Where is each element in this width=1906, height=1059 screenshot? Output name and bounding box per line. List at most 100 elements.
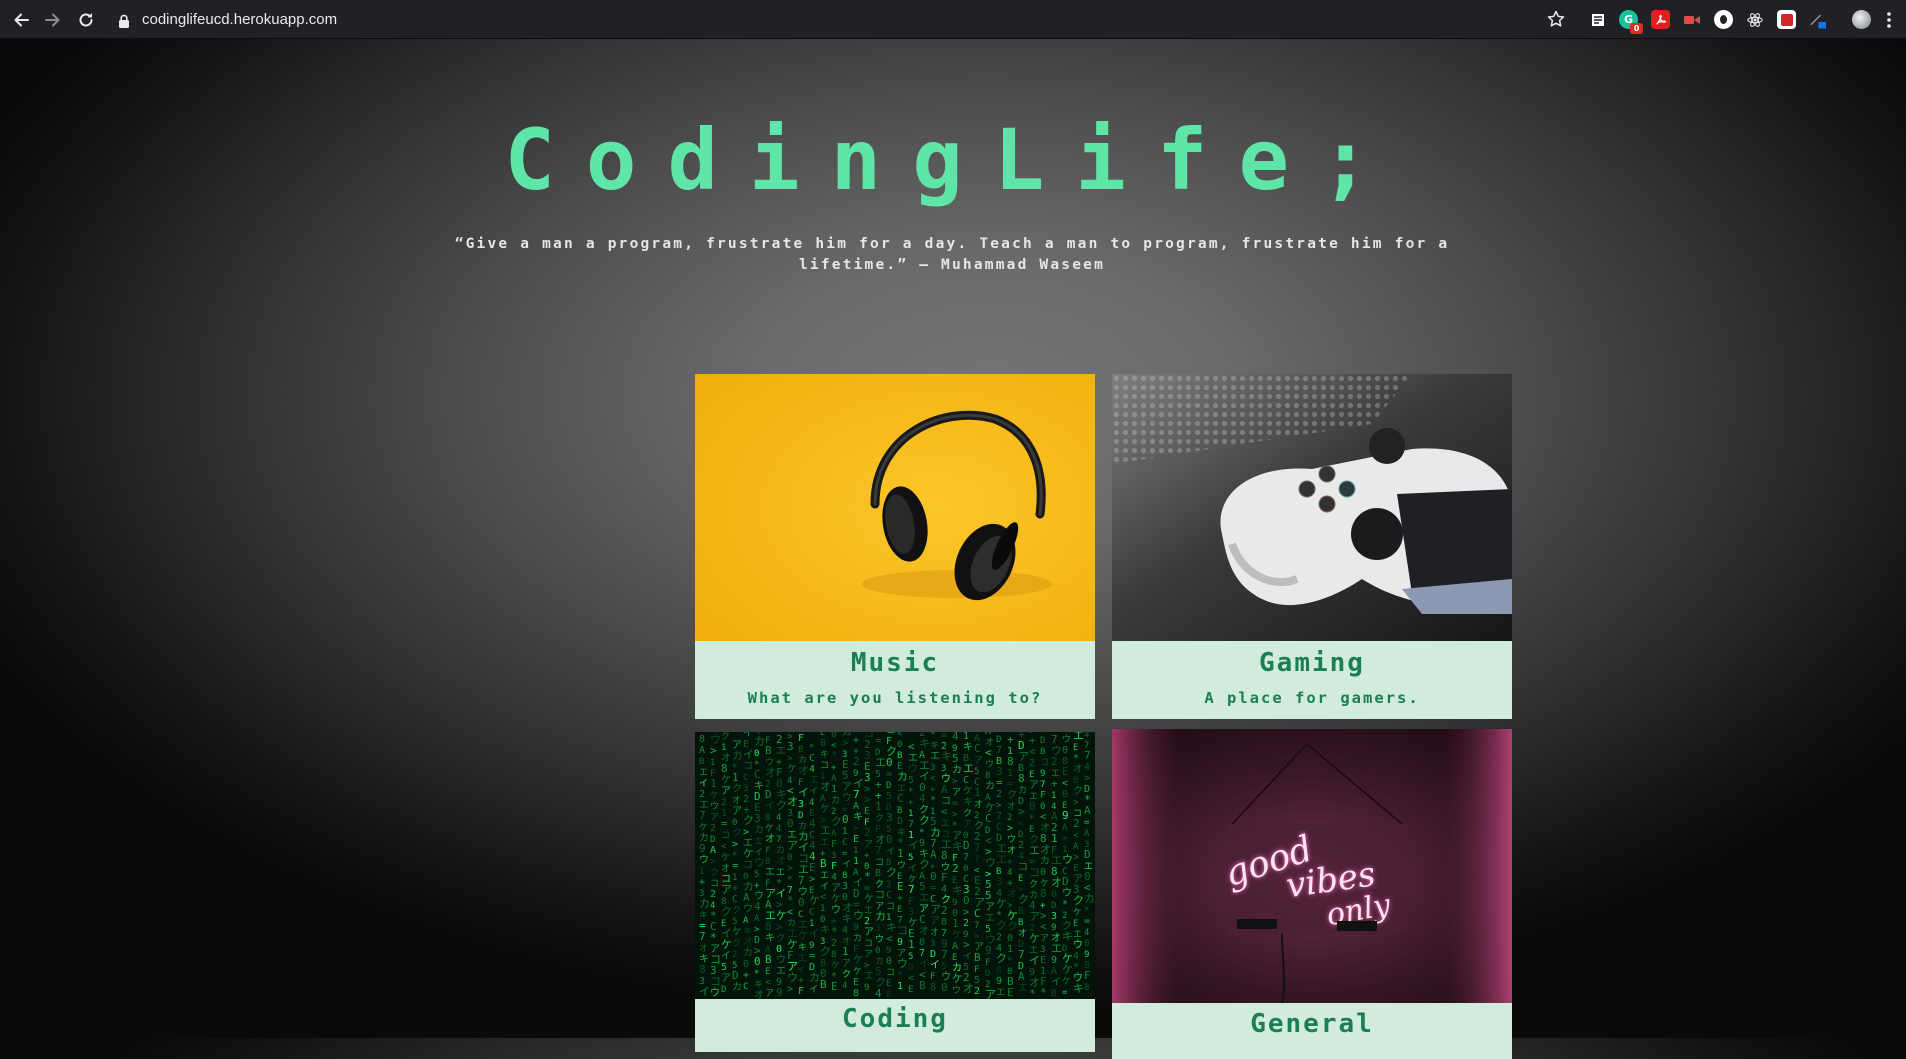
matrix-glyph: ア xyxy=(985,902,995,913)
matrix-glyph: カ xyxy=(732,981,742,993)
matrix-glyph: 4 xyxy=(919,792,926,805)
matrix-glyph: > xyxy=(710,744,717,757)
forward-arrow-icon[interactable] xyxy=(42,9,64,31)
card-subtitle: What are you listening to? xyxy=(747,689,1043,707)
matrix-glyph: 2 xyxy=(1062,911,1067,921)
matrix-glyph: ア xyxy=(985,988,996,999)
matrix-glyph: 8 xyxy=(1084,983,1089,993)
matrix-glyph: = xyxy=(1084,916,1090,927)
matrix-glyph: コ xyxy=(886,902,895,912)
matrix-glyph: コ xyxy=(864,939,873,949)
matrix-glyph: 2 xyxy=(699,789,705,800)
matrix-glyph: > xyxy=(963,907,969,918)
pdf-icon[interactable] xyxy=(1651,10,1670,29)
matrix-glyph: ケ xyxy=(853,954,863,966)
matrix-glyph: D xyxy=(1062,875,1069,888)
matrix-glyph: ア xyxy=(765,989,774,999)
matrix-glyph: キ xyxy=(941,750,952,763)
matrix-glyph: D xyxy=(798,811,803,821)
matrix-glyph: ク xyxy=(1007,920,1018,933)
matrix-glyph: ウ xyxy=(1073,939,1083,951)
bookmark-star-icon[interactable] xyxy=(1545,8,1567,30)
lock-icon[interactable] xyxy=(118,13,130,28)
matrix-glyph: E xyxy=(897,905,902,915)
screencast-icon[interactable] xyxy=(1682,10,1701,29)
matrix-glyph: 1 xyxy=(721,743,726,753)
matrix-glyph: イ xyxy=(842,860,851,870)
general-image: good good vibes vibes only only xyxy=(1112,729,1512,1003)
card-title[interactable]: Coding xyxy=(695,1004,1095,1034)
matrix-glyph: 9 xyxy=(985,944,992,957)
matrix-glyph: ク xyxy=(732,783,742,795)
react-devtools-icon[interactable] xyxy=(1745,10,1764,29)
matrix-glyph: ケ xyxy=(963,785,973,797)
card-general[interactable]: good good vibes vibes only only General xyxy=(1112,729,1512,1059)
matrix-glyph: 0 xyxy=(1040,867,1046,878)
circle-extension-icon[interactable] xyxy=(1714,10,1733,29)
matrix-glyph: 1 xyxy=(974,786,981,799)
card-music[interactable]: Music What are you listening to? xyxy=(695,374,1095,719)
card-title[interactable]: Music xyxy=(695,648,1095,678)
matrix-glyph: B xyxy=(897,751,902,761)
coding-image: 38ABエイ2エ7ケカ9ウ1+3カキ=7オキ83イウ>1F1ケウア2DA>クコ2… xyxy=(695,732,1095,999)
matrix-glyph: 0 xyxy=(754,749,759,759)
reading-list-icon[interactable] xyxy=(1588,10,1607,29)
matrix-glyph: 2 xyxy=(941,904,948,917)
matrix-glyph: > xyxy=(1007,823,1013,834)
matrix-glyph: エ xyxy=(996,988,1005,998)
url-text[interactable]: codinglifeucd.herokuapp.com xyxy=(142,11,337,28)
matrix-glyph: カ xyxy=(1040,732,1049,735)
matrix-glyph: キ xyxy=(853,812,863,823)
matrix-glyph: < xyxy=(1062,778,1068,789)
matrix-glyph: ケ xyxy=(1062,963,1073,976)
matrix-glyph: E xyxy=(1029,825,1034,835)
card-title[interactable]: Gaming xyxy=(1112,648,1512,678)
matrix-glyph: 4 xyxy=(842,925,848,936)
matrix-glyph: 4 xyxy=(1018,851,1024,862)
color-picker-icon[interactable] xyxy=(1808,10,1827,29)
back-arrow-icon[interactable] xyxy=(10,9,32,31)
matrix-glyph: ケ xyxy=(996,897,1007,910)
grammarly-icon[interactable]: G 0 xyxy=(1619,10,1643,34)
matrix-glyph: 2 xyxy=(710,823,716,834)
matrix-glyph: コ xyxy=(1018,862,1028,873)
matrix-glyph: コ xyxy=(1040,758,1049,768)
matrix-glyph: < xyxy=(908,740,915,753)
card-coding[interactable]: 38ABエイ2エ7ケカ9ウ1+3カキ=7オキ83イウ>1F1ケウア2DA>クコ2… xyxy=(695,732,1095,1052)
matrix-glyph: ア xyxy=(864,927,874,938)
matrix-glyph: 0 xyxy=(1062,789,1068,800)
matrix-glyph: キ xyxy=(919,737,930,750)
matrix-glyph: 5 xyxy=(941,961,947,972)
matrix-glyph: コ xyxy=(743,860,753,871)
matrix-glyph: 5 xyxy=(908,952,913,962)
profile-avatar-icon[interactable] xyxy=(1852,10,1871,29)
matrix-glyph: F xyxy=(1040,790,1046,801)
address-bar[interactable]: codinglifeucd.herokuapp.com xyxy=(110,7,1545,33)
matrix-glyph: * xyxy=(831,749,838,762)
matrix-glyph: オ xyxy=(798,764,809,777)
more-menu-icon[interactable] xyxy=(1884,10,1894,29)
card-gaming[interactable]: Gaming A place for gamers. xyxy=(1112,374,1512,719)
matrix-glyph: エ xyxy=(864,906,873,916)
matrix-glyph: ア xyxy=(721,973,731,984)
matrix-glyph: C xyxy=(809,907,815,918)
matrix-glyph: A xyxy=(941,783,948,796)
matrix-glyph: 8 xyxy=(996,966,1001,976)
matrix-glyph: * xyxy=(1007,956,1012,966)
reload-icon[interactable] xyxy=(75,9,97,31)
matrix-glyph: オ xyxy=(721,863,730,874)
card-title[interactable]: General xyxy=(1112,1009,1512,1039)
matrix-glyph: ア xyxy=(1029,910,1040,923)
matrix-glyph: ア xyxy=(864,950,873,960)
matrix-glyph: コ xyxy=(710,879,719,889)
clipper-icon[interactable] xyxy=(1777,10,1796,29)
matrix-glyph: エ xyxy=(963,762,974,775)
matrix-glyph: 7 xyxy=(996,745,1002,756)
matrix-glyph: E xyxy=(897,880,904,893)
matrix-glyph: カ xyxy=(754,735,765,748)
matrix-glyph: C xyxy=(743,773,748,783)
matrix-glyph: イ xyxy=(809,985,818,995)
matrix-glyph: ウ xyxy=(1007,834,1016,845)
matrix-glyph: ウ xyxy=(897,860,906,871)
matrix-glyph: + xyxy=(853,735,859,746)
